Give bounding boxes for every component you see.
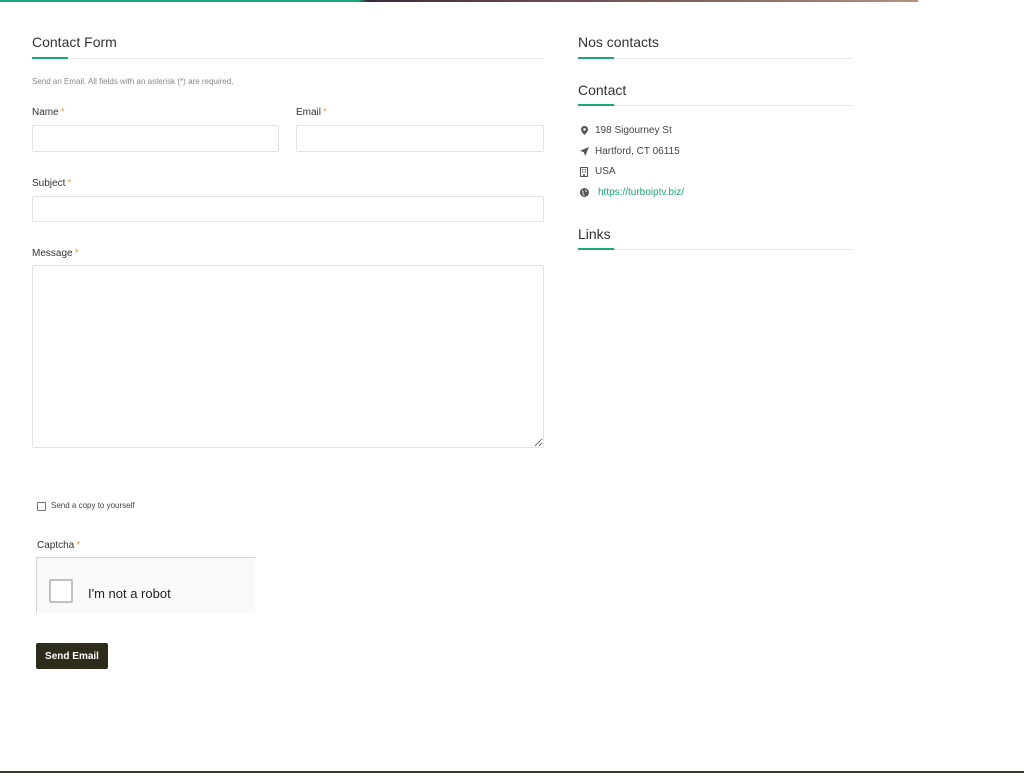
links-title-accent (578, 248, 614, 250)
contact-form-title-accent (32, 57, 68, 59)
contact-title: Contact (578, 82, 627, 98)
email-required-mark: * (323, 107, 327, 118)
contact-title-rule (578, 105, 852, 106)
message-required-mark: * (74, 248, 79, 259)
country-row: USA (578, 166, 616, 177)
captcha-label: Captcha * (37, 540, 81, 551)
links-title-rule (578, 249, 852, 250)
map-marker-icon (578, 126, 590, 135)
subject-input[interactable] (32, 196, 544, 222)
country-text: USA (595, 166, 616, 177)
message-label: Message * (32, 248, 79, 259)
name-input[interactable] (32, 125, 279, 152)
website-link[interactable]: https://turboiptv.biz/ (598, 187, 684, 198)
location-arrow-icon (578, 147, 590, 156)
recaptcha-text: I'm not a robot (88, 586, 171, 601)
website-row: https://turboiptv.biz/ (578, 187, 684, 198)
recaptcha-checkbox[interactable] (49, 579, 73, 603)
building-icon (578, 166, 590, 177)
nos-contacts-title-accent (578, 57, 614, 59)
top-accent-bar (0, 0, 918, 2)
send-copy-label[interactable]: Send a copy to yourself (51, 501, 135, 510)
footer-border (0, 771, 1024, 773)
captcha-required-mark: * (76, 540, 81, 551)
contact-form-title: Contact Form (32, 34, 117, 50)
subject-label: Subject * (32, 178, 72, 189)
globe-icon (578, 188, 590, 197)
city-row: Hartford, CT 06115 (578, 146, 680, 157)
send-email-button[interactable]: Send Email (36, 643, 108, 669)
nos-contacts-title: Nos contacts (578, 34, 659, 50)
required-fields-note: Send an Email. All fields with an asteri… (32, 77, 234, 86)
contact-title-accent (578, 104, 614, 106)
send-copy-checkbox[interactable] (37, 502, 46, 511)
contact-form-title-rule (32, 58, 544, 59)
name-required-mark: * (60, 107, 65, 118)
address-text: 198 Sigourney St (595, 125, 672, 136)
links-title: Links (578, 226, 611, 242)
message-textarea[interactable] (32, 265, 544, 448)
nos-contacts-title-rule (578, 58, 852, 59)
recaptcha-widget: I'm not a robot (36, 557, 255, 613)
address-row: 198 Sigourney St (578, 125, 672, 136)
city-text: Hartford, CT 06115 (595, 146, 680, 157)
name-label: Name * (32, 107, 65, 118)
email-label: Email * (296, 107, 327, 118)
email-input[interactable] (296, 125, 544, 152)
subject-required-mark: * (67, 178, 72, 189)
